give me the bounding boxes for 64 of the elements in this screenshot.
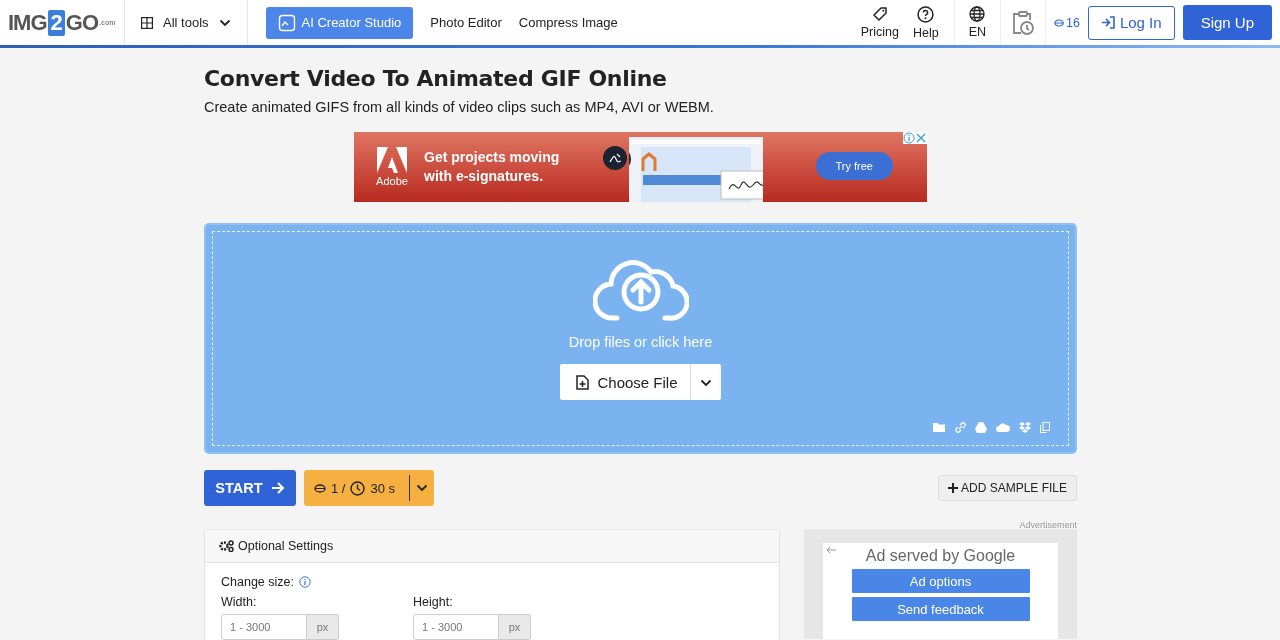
nav-link[interactable]: Compress Image <box>518 15 618 30</box>
coin-icon <box>314 483 326 493</box>
drop-prompt: Drop files or click here <box>568 334 713 350</box>
help-link[interactable]: Help <box>905 5 946 40</box>
logo-text: IMG <box>8 9 47 36</box>
cloud-icon[interactable] <box>996 422 1010 432</box>
page-title: Convert Video To Animated GIF Online <box>204 66 668 91</box>
info-icon[interactable] <box>903 132 915 144</box>
file-dropzone[interactable]: Drop files or click here Choose File <box>204 223 1077 454</box>
ad-brand: Adobe <box>376 175 408 187</box>
chevron-icon <box>699 378 712 387</box>
help-icon <box>917 5 935 23</box>
chevron-icon <box>416 484 429 492</box>
adobe-logo-icon <box>377 147 407 173</box>
ad-banner[interactable]: Adobe Get projects moving with e-signatures. Try free <box>354 132 927 202</box>
logo-badge: 2 <box>47 9 65 36</box>
clipboard-clock-icon[interactable] <box>1011 9 1035 36</box>
link-icon[interactable] <box>955 422 966 433</box>
time-limit: 30 s <box>370 480 396 496</box>
add-sample-file-button[interactable]: ADD SAMPLE FILE <box>937 475 1077 501</box>
folder-icon[interactable] <box>933 422 946 433</box>
unit-label: px <box>307 614 339 640</box>
close-icon[interactable] <box>915 132 927 144</box>
all-tools-label: All tools <box>163 15 209 30</box>
settings-title: Optional Settings <box>238 539 334 553</box>
logo-text: GO <box>65 9 99 36</box>
nav-link[interactable]: Photo Editor <box>430 15 502 30</box>
copy-icon[interactable] <box>1040 422 1050 433</box>
cloud-upload-icon <box>592 258 689 322</box>
try-free-button[interactable]: Try free <box>815 152 893 180</box>
tag-icon <box>871 6 888 22</box>
chevron-icon <box>218 18 231 27</box>
back-arrow-icon[interactable] <box>826 546 836 554</box>
advertisement-label: Advertisement <box>1018 520 1077 530</box>
unit-label: px <box>499 614 531 640</box>
ad-feedback-button[interactable]: Ad options <box>851 569 1030 593</box>
ad-feedback-button[interactable]: Send feedback <box>851 597 1030 621</box>
login-icon <box>1100 16 1115 29</box>
field-label: Height: <box>413 595 454 609</box>
file-add-icon <box>576 374 590 390</box>
credit-count[interactable]: 16 <box>1054 15 1080 30</box>
size-input[interactable]: 1 - 3000 <box>221 614 307 640</box>
login-button[interactable]: Log In <box>1087 5 1175 40</box>
choose-file-button[interactable]: Choose File <box>560 364 691 400</box>
conversion-cost-selector[interactable]: 1 / 30 s <box>304 470 435 506</box>
signup-button[interactable]: Sign Up <box>1182 5 1272 40</box>
globe-icon <box>969 6 986 22</box>
page-subtitle: Create animated GIFS from all kinds of video clips such as MP4, AVI or WEBM. <box>204 99 715 115</box>
size-input[interactable]: 1 - 3000 <box>413 614 499 640</box>
info-icon[interactable] <box>298 576 311 588</box>
start-button[interactable]: START <box>204 470 296 506</box>
change-size-label: Change size: <box>221 575 294 589</box>
coin-icon <box>1054 18 1064 27</box>
field-label: Width: <box>221 595 258 609</box>
credit-cost: 1 / <box>331 480 346 496</box>
dropbox-icon[interactable] <box>1019 422 1031 433</box>
ad-headline: Get projects moving with e-signatures. <box>424 148 561 186</box>
arrow-right-icon <box>270 482 285 494</box>
grid-icon <box>141 16 153 29</box>
ad-served-text: Ad served by Google <box>865 547 1016 565</box>
clock-icon <box>350 480 366 496</box>
plus-icon <box>947 483 958 493</box>
ai-creator-button[interactable]: AI Creator Studio <box>265 6 414 39</box>
pricing-link[interactable]: Pricing <box>853 6 906 39</box>
